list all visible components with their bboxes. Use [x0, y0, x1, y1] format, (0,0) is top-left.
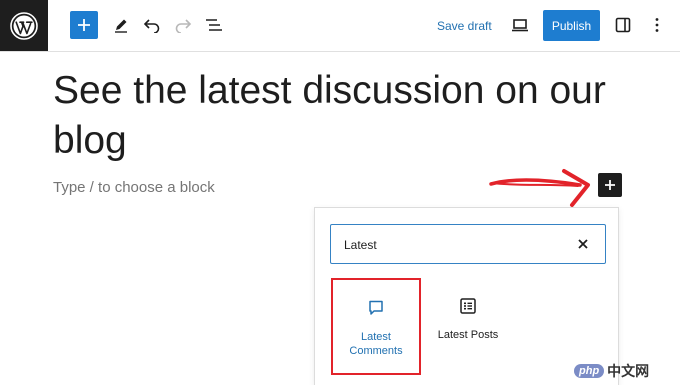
plus-icon [78, 19, 90, 31]
publish-button[interactable]: Publish [543, 10, 600, 41]
laptop-icon [512, 19, 528, 32]
preview-button[interactable] [505, 10, 535, 40]
list-view-button[interactable] [199, 10, 229, 40]
plus-icon [605, 180, 615, 190]
watermark-badge: php [574, 364, 605, 378]
block-latest-posts[interactable]: Latest Posts [423, 278, 513, 375]
block-inserter-popover: Latest Latest Comments Latest Posts [314, 207, 619, 385]
block-inserter-button[interactable] [598, 173, 622, 197]
undo-button[interactable] [137, 10, 167, 40]
undo-icon [143, 19, 160, 33]
watermark-text: 中文网 [607, 363, 650, 379]
more-vertical-icon [655, 18, 659, 32]
post-list-icon [458, 296, 478, 316]
block-label: Latest Posts [437, 329, 499, 341]
pencil-icon [115, 19, 127, 33]
tools-button[interactable] [106, 10, 136, 40]
add-block-button[interactable] [70, 11, 98, 39]
redo-button[interactable] [168, 10, 198, 40]
redo-icon [175, 19, 192, 33]
close-icon[interactable] [575, 236, 591, 252]
sidebar-toggle-icon [615, 17, 631, 33]
block-placeholder[interactable]: Type / to choose a block [53, 179, 215, 196]
list-view-icon [206, 19, 222, 31]
options-button[interactable] [642, 10, 672, 40]
post-title[interactable]: See the latest discussion on our blog [53, 66, 653, 166]
editor-toolbar: Save draft Publish [0, 0, 680, 52]
wordpress-logo-icon[interactable] [0, 0, 48, 51]
comment-icon [366, 298, 386, 318]
block-label: Latest Comments [349, 331, 403, 357]
watermark: php 中文网 [574, 360, 649, 382]
search-value[interactable]: Latest [344, 238, 377, 252]
settings-button[interactable] [608, 10, 638, 40]
save-draft-button[interactable]: Save draft [437, 19, 492, 33]
block-search-input[interactable]: Latest [330, 224, 606, 264]
annotation-arrow [489, 169, 590, 207]
block-latest-comments[interactable]: Latest Comments [331, 278, 421, 375]
